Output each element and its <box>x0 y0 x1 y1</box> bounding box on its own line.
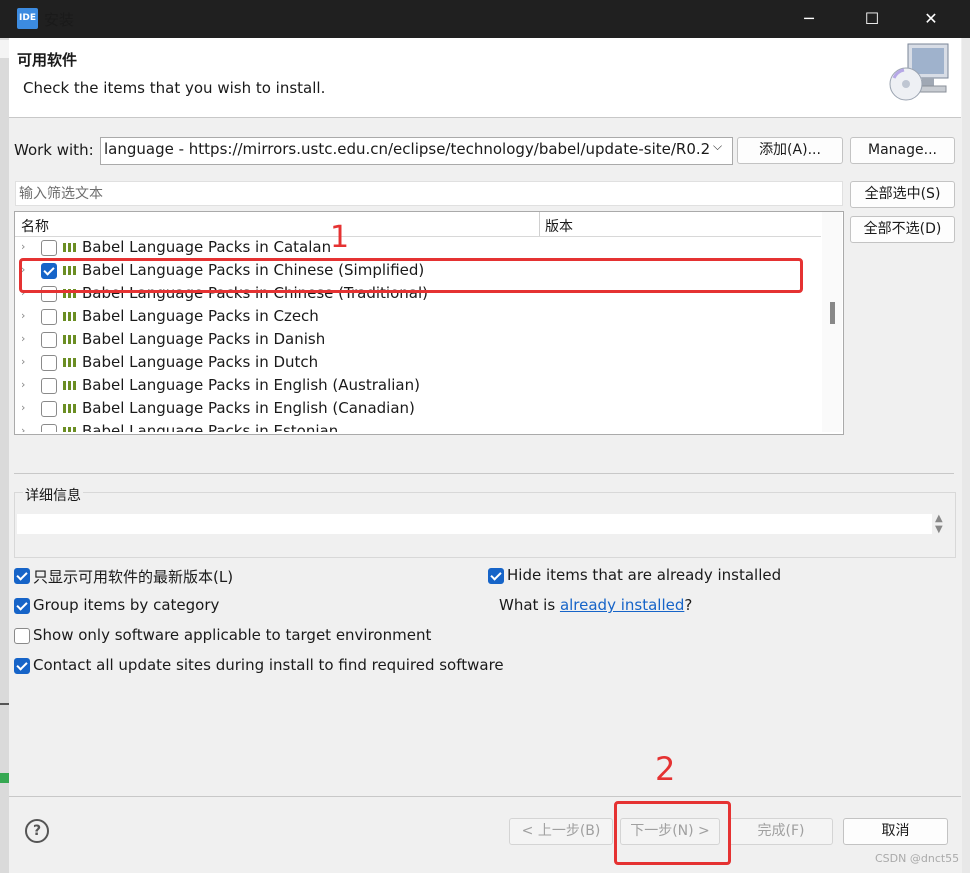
annotation-number: 2 <box>655 750 676 788</box>
tree-row[interactable]: › Babel Language Packs in Dutch <box>15 352 821 375</box>
watermark-text: CSDN @dnct55 <box>875 852 960 865</box>
feature-package-icon <box>63 381 77 390</box>
sash-separator[interactable] <box>14 473 954 474</box>
feature-package-icon <box>63 335 77 344</box>
what-is-suffix: ? <box>684 596 693 614</box>
details-label: 详细信息 <box>23 485 83 505</box>
install-monitor-icon <box>889 43 949 101</box>
tree-row-checkbox[interactable] <box>41 424 57 432</box>
tree-row-checkbox[interactable] <box>41 401 57 417</box>
group-by-category-checkbox[interactable] <box>14 598 30 614</box>
latest-only-label: 只显示可用软件的最新版本(L) <box>33 568 234 586</box>
maximize-button[interactable]: ☐ <box>849 0 895 38</box>
tree-row-label: Babel Language Packs in Catalan <box>82 238 332 256</box>
expand-chevron-icon[interactable]: › <box>21 424 33 432</box>
tree-row-checkbox[interactable] <box>41 378 57 394</box>
tree-scrollbar-thumb[interactable] <box>830 302 835 324</box>
expand-chevron-icon[interactable]: › <box>21 401 33 414</box>
tree-row-checkbox[interactable] <box>41 240 57 256</box>
annotation-highlight-box <box>19 258 803 293</box>
target-env-label: Show only software applicable to target … <box>33 626 432 644</box>
latest-only-checkbox[interactable] <box>14 568 30 584</box>
details-scroll-arrows-icon[interactable]: ▲ ▼ <box>935 513 943 535</box>
tree-row-label: Babel Language Packs in Danish <box>82 330 326 348</box>
feature-package-icon <box>63 243 77 252</box>
hide-installed-label: Hide items that are already installed <box>507 566 782 584</box>
tree-row[interactable]: › Babel Language Packs in Estonian <box>15 421 821 432</box>
feature-package-icon <box>63 404 77 413</box>
contact-sites-label: Contact all update sites during install … <box>33 656 504 674</box>
finish-button[interactable]: 完成(F) <box>729 818 833 845</box>
what-is-installed-text: What is already installed? <box>499 596 692 614</box>
tree-row-checkbox[interactable] <box>41 309 57 325</box>
close-button[interactable]: ✕ <box>908 0 954 38</box>
tree-row-label: Babel Language Packs in Czech <box>82 307 319 325</box>
latest-only-option[interactable]: 只显示可用软件的最新版本(L) <box>14 566 474 586</box>
tree-row-checkbox[interactable] <box>41 355 57 371</box>
details-text-area[interactable] <box>17 514 932 534</box>
tree-row[interactable]: › Babel Language Packs in Catalan <box>15 237 821 260</box>
tree-row[interactable]: › Babel Language Packs in English (Canadi… <box>15 398 821 421</box>
target-env-option[interactable]: Show only software applicable to target … <box>14 626 474 646</box>
tree-row-checkbox[interactable] <box>41 332 57 348</box>
contact-sites-checkbox[interactable] <box>14 658 30 674</box>
back-button[interactable]: < 上一步(B) <box>509 818 613 845</box>
target-env-checkbox[interactable] <box>14 628 30 644</box>
deselect-all-button[interactable]: 全部不选(D) <box>850 216 955 243</box>
tree-row[interactable]: › Babel Language Packs in Czech <box>15 306 821 329</box>
already-installed-link[interactable]: already installed <box>560 596 684 614</box>
hide-installed-checkbox[interactable] <box>488 568 504 584</box>
tree-row-label: Babel Language Packs in Estonian <box>82 422 339 432</box>
hide-installed-option[interactable]: Hide items that are already installed <box>488 566 788 586</box>
background-window-edge <box>0 703 9 705</box>
annotation-number: 1 <box>330 220 350 255</box>
expand-chevron-icon[interactable]: › <box>21 240 33 253</box>
manage-button[interactable]: Manage... <box>850 137 955 164</box>
tree-row[interactable]: › Babel Language Packs in English (Austra… <box>15 375 821 398</box>
contact-sites-option[interactable]: Contact all update sites during install … <box>14 656 504 676</box>
tree-row-label: Babel Language Packs in Dutch <box>82 353 319 371</box>
expand-chevron-icon[interactable]: › <box>21 378 33 391</box>
footer-separator <box>9 796 961 797</box>
feature-package-icon <box>63 427 77 432</box>
cancel-button[interactable]: 取消 <box>843 818 948 845</box>
tree-rows: › Babel Language Packs in Catalan › Babel L… <box>0 0 821 432</box>
tree-row-label: Babel Language Packs in English (Canadia… <box>82 399 415 417</box>
tree-row-label: Babel Language Packs in English (Austral… <box>82 376 420 394</box>
feature-package-icon <box>63 312 77 321</box>
help-icon[interactable]: ? <box>25 819 49 843</box>
group-by-category-label: Group items by category <box>33 596 220 614</box>
expand-chevron-icon[interactable]: › <box>21 309 33 322</box>
background-window-edge <box>962 38 970 873</box>
group-by-category-option[interactable]: Group items by category <box>14 596 474 616</box>
feature-package-icon <box>63 358 77 367</box>
expand-chevron-icon[interactable]: › <box>21 332 33 345</box>
expand-chevron-icon[interactable]: › <box>21 355 33 368</box>
background-window-edge <box>0 773 9 783</box>
what-is-prefix: What is <box>499 596 560 614</box>
tree-row[interactable]: › Babel Language Packs in Danish <box>15 329 821 352</box>
annotation-highlight-box <box>614 801 731 865</box>
select-all-button[interactable]: 全部选中(S) <box>850 181 955 208</box>
